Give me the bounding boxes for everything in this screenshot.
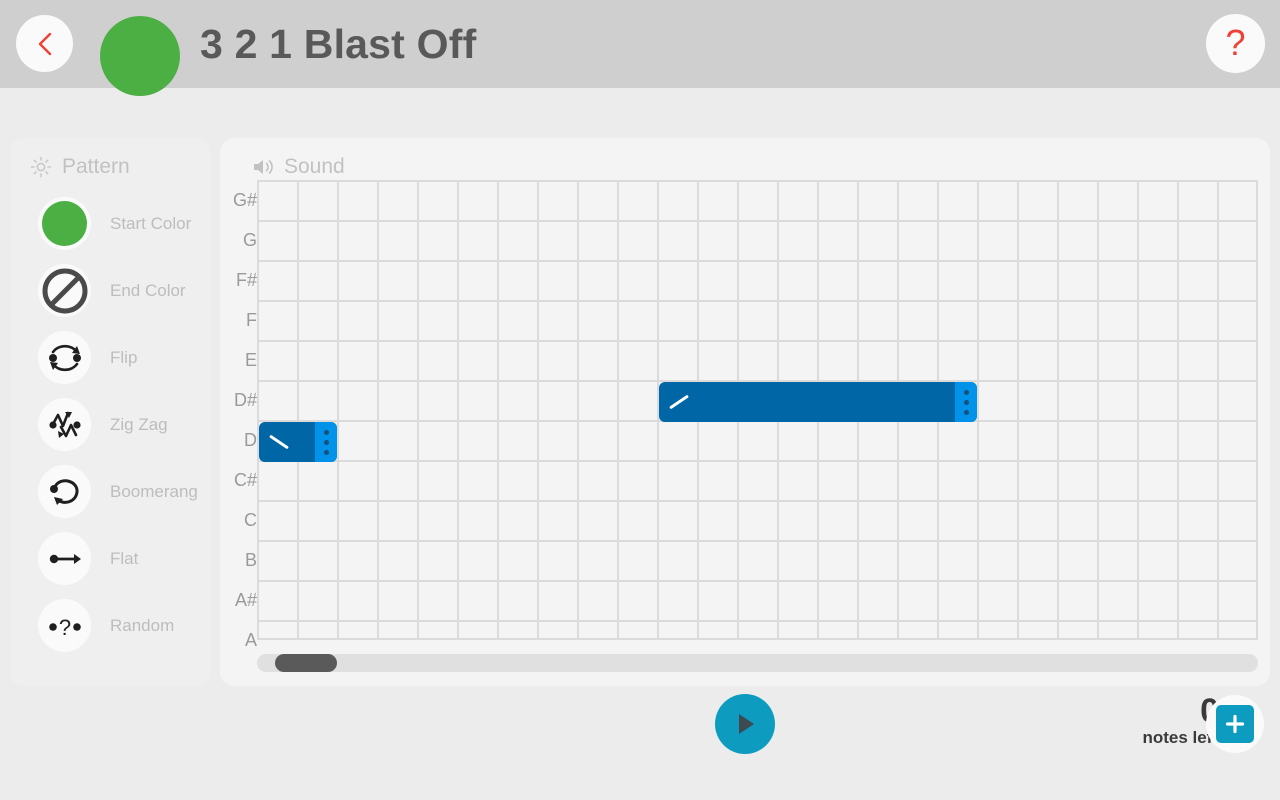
play-button[interactable] — [715, 694, 775, 754]
pattern-item-label: Zig Zag — [110, 414, 168, 434]
note-label: G — [242, 230, 257, 250]
note-label: E — [244, 350, 257, 370]
grid-horizontal-scrollbar[interactable] — [257, 654, 1258, 672]
flat-icon — [38, 532, 91, 585]
grid-right-edge — [1256, 180, 1258, 640]
boomerang-icon — [38, 465, 91, 518]
note-block[interactable] — [659, 382, 977, 422]
pattern-list: Start Color End Color Flip Zig Zag Boome… — [10, 190, 210, 659]
note-label: F — [246, 310, 257, 330]
pattern-item-random[interactable]: ? Random — [10, 592, 210, 659]
pattern-item-start-color[interactable]: Start Color — [10, 190, 210, 257]
note-label: G# — [232, 190, 257, 210]
note-label: D# — [233, 390, 257, 410]
note-block[interactable] — [259, 422, 337, 462]
pattern-item-zig-zag[interactable]: Zig Zag — [10, 391, 210, 458]
note-label: A# — [234, 590, 257, 610]
pattern-item-label: Boomerang — [110, 481, 198, 501]
notes-left-count: 0 — [1096, 694, 1219, 728]
pattern-panel-label: Pattern — [62, 155, 130, 178]
plus-icon — [1216, 705, 1254, 743]
sun-icon — [30, 156, 52, 178]
random-icon: ? — [38, 599, 91, 652]
note-resize-handle[interactable] — [955, 382, 977, 422]
note-slope-up-icon — [669, 394, 689, 410]
note-label: A — [244, 630, 257, 650]
pattern-item-flat[interactable]: Flat — [10, 525, 210, 592]
page-title: 3 2 1 Blast Off — [200, 20, 477, 67]
svg-text:?: ? — [58, 615, 70, 640]
pattern-panel: Pattern Start Color End Color Flip Zig Z… — [10, 138, 210, 686]
handle-dot — [963, 389, 969, 395]
handle-dot — [963, 399, 969, 405]
flip-icon — [38, 331, 91, 384]
notes-left-indicator: 0 notes left — [1096, 694, 1219, 754]
pattern-item-label: Flip — [110, 347, 138, 367]
note-grid[interactable] — [257, 180, 1258, 640]
handle-dot — [323, 449, 329, 455]
pattern-item-label: End Color — [110, 280, 186, 300]
pattern-item-boomerang[interactable]: Boomerang — [10, 458, 210, 525]
note-resize-handle[interactable] — [315, 422, 337, 462]
no-color-icon — [38, 264, 91, 317]
sound-panel-label: Sound — [284, 155, 345, 178]
note-label: C — [244, 510, 257, 530]
note-block-body[interactable] — [259, 422, 315, 462]
grid-scrollbar-thumb[interactable] — [275, 654, 337, 672]
pattern-item-label: Random — [110, 615, 175, 635]
note-grid-canvas[interactable] — [257, 180, 1258, 640]
pattern-item-label: Flat — [110, 548, 139, 568]
question-mark-icon: ? — [1225, 21, 1246, 63]
handle-dot — [323, 429, 329, 435]
note-slope-down-icon — [269, 434, 289, 450]
note-block-body[interactable] — [659, 382, 955, 422]
back-button[interactable] — [16, 15, 73, 72]
chevron-left-icon — [38, 32, 51, 55]
handle-dot — [323, 439, 329, 445]
handle-dot — [963, 409, 969, 415]
pattern-panel-heading: Pattern — [30, 148, 130, 186]
add-note-button[interactable] — [1206, 695, 1264, 753]
note-label-column: G# G F# F E D# D C# C B A# A — [222, 180, 257, 650]
note-label: D — [244, 430, 257, 450]
note-label: B — [244, 550, 257, 570]
zigzag-icon — [38, 398, 91, 451]
note-label: C# — [233, 470, 257, 490]
note-label: F# — [235, 270, 257, 290]
sound-panel: Sound G# G F# F E D# D C# C B A# A — [220, 138, 1270, 686]
play-icon — [739, 714, 754, 734]
pattern-item-flip[interactable]: Flip — [10, 324, 210, 391]
pattern-item-end-color[interactable]: End Color — [10, 257, 210, 324]
color-swatch-icon — [38, 197, 91, 250]
help-button[interactable]: ? — [1206, 14, 1265, 73]
project-color-dot — [100, 16, 180, 96]
app-header: 3 2 1 Blast Off ? — [0, 0, 1280, 96]
pattern-item-label: Start Color — [110, 213, 192, 233]
notes-left-label: notes left — [1142, 728, 1218, 747]
speaker-icon — [254, 159, 273, 175]
grid-bottom-edge — [257, 638, 1258, 640]
